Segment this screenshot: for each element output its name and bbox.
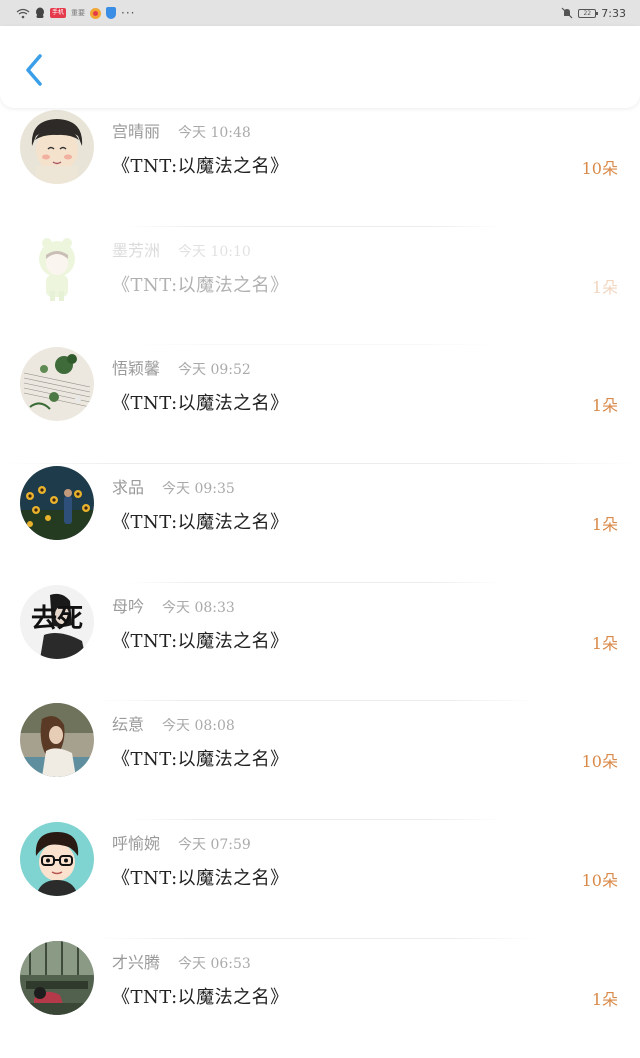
top-bar [0, 26, 640, 108]
avatar[interactable] [20, 940, 94, 1015]
list-item[interactable]: 墨芳洲 今天 10:10 《TNT:以魔法之名》 1朵 [0, 227, 640, 346]
sender-meta: 才兴腾 今天 06:53 [112, 949, 251, 973]
sender-meta: 悟颖馨 今天 09:52 [112, 355, 251, 379]
sender-name: 悟颖馨 [112, 359, 161, 379]
send-time: 今天 10:10 [178, 243, 251, 260]
flower-count: 1朵 [591, 633, 618, 653]
flower-count: 10朵 [581, 752, 618, 772]
back-button[interactable] [18, 50, 50, 90]
sender-name: 才兴腾 [112, 952, 161, 972]
sender-name: 墨芳洲 [112, 240, 161, 260]
send-time: 今天 06:53 [178, 955, 251, 972]
send-time: 今天 09:35 [162, 481, 235, 498]
sender-meta: 求品 今天 09:35 [112, 474, 235, 498]
weibo-icon [90, 7, 102, 19]
send-time: 今天 09:52 [178, 362, 251, 379]
app-label: 重要 [71, 9, 86, 17]
send-time: 今天 07:59 [178, 837, 251, 854]
avatar[interactable] [20, 466, 94, 541]
list-item[interactable]: 呼愉婉 今天 07:59 《TNT:以魔法之名》 10朵 [0, 820, 640, 939]
flower-count: 1朵 [591, 515, 618, 535]
list-item[interactable]: 宫晴丽 今天 10:48 《TNT:以魔法之名》 10朵 [0, 108, 640, 227]
avatar[interactable] [20, 110, 94, 184]
gift-record-list: 宫晴丽 今天 10:48 《TNT:以魔法之名》 10朵 墨芳洲 今天 10:1… [0, 108, 640, 1024]
sender-meta: 纭意 今天 08:08 [112, 711, 235, 735]
avatar-caption: 去死 [31, 604, 83, 634]
wifi-icon [16, 8, 30, 19]
sender-name: 纭意 [112, 715, 145, 735]
list-item[interactable]: 纭意 今天 08:08 《TNT:以魔法之名》 10朵 [0, 701, 640, 821]
avatar[interactable] [20, 347, 94, 422]
sender-name: 呼愉婉 [112, 834, 161, 854]
work-title: 《TNT:以魔法之名》 [112, 749, 289, 771]
send-time: 今天 10:48 [178, 125, 251, 141]
list-item[interactable]: 去死 母吟 今天 08:33 《TNT:以魔法之名》 1朵 [0, 583, 640, 702]
sender-meta: 宫晴丽 今天 10:48 [112, 118, 251, 142]
send-time: 今天 08:08 [162, 718, 235, 735]
list-item[interactable]: 悟颖馨 今天 09:52 《TNT:以魔法之名》 1朵 [0, 345, 640, 465]
send-time: 今天 08:33 [162, 599, 235, 616]
work-title: 《TNT:以魔法之名》 [112, 274, 289, 296]
sender-meta: 墨芳洲 今天 10:10 [112, 237, 251, 261]
work-title: 《TNT:以魔法之名》 [112, 393, 289, 415]
more-notifications-icon: ··· [121, 6, 136, 20]
sender-meta: 母吟 今天 08:33 [112, 593, 235, 617]
sender-name: 宫晴丽 [112, 122, 161, 141]
app-badge: 手机 [50, 8, 67, 18]
avatar[interactable]: 去死 [20, 584, 94, 659]
list-item[interactable]: 才兴腾 今天 06:53 《TNT:以魔法之名》 1朵 [0, 939, 640, 1058]
mute-bell-icon [561, 7, 573, 19]
sender-meta: 呼愉婉 今天 07:59 [112, 830, 251, 854]
chevron-left-icon [26, 54, 42, 86]
flower-count: 1朵 [591, 989, 618, 1009]
flower-count: 10朵 [581, 871, 618, 891]
work-title: 《TNT:以魔法之名》 [112, 986, 289, 1008]
work-title: 《TNT:以魔法之名》 [112, 156, 289, 177]
flower-count: 10朵 [581, 159, 618, 178]
sender-name: 求品 [112, 478, 145, 498]
clock: 7:33 [601, 6, 626, 20]
work-title: 《TNT:以魔法之名》 [112, 630, 289, 652]
avatar[interactable] [20, 822, 94, 897]
flower-count: 1朵 [591, 277, 618, 297]
qq-icon [35, 7, 45, 19]
sender-name: 母吟 [112, 596, 145, 616]
flower-count: 1朵 [591, 396, 618, 416]
work-title: 《TNT:以魔法之名》 [112, 512, 289, 534]
avatar[interactable] [20, 703, 94, 778]
shield-icon [106, 7, 117, 19]
avatar[interactable] [20, 228, 94, 303]
battery-icon: 22 [578, 8, 599, 18]
status-bar: 手机 重要 ··· 22 7:33 [0, 0, 640, 26]
work-title: 《TNT:以魔法之名》 [112, 868, 289, 890]
list-item[interactable]: 求品 今天 09:35 《TNT:以魔法之名》 1朵 [0, 464, 640, 583]
